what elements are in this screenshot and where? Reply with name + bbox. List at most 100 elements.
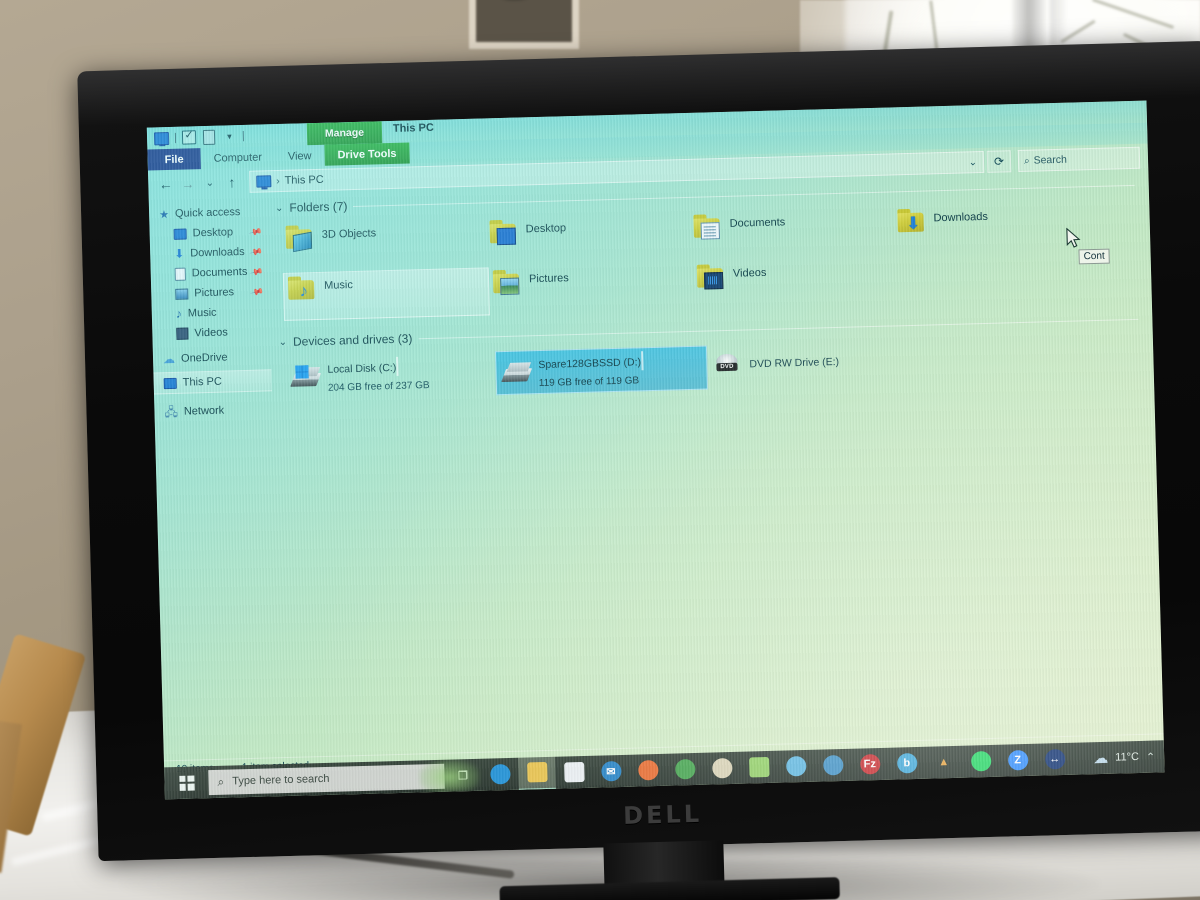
document-icon: [700, 222, 721, 240]
folder-tile-label: Desktop: [525, 222, 567, 236]
back-icon: ←: [158, 175, 174, 193]
address-dropdown-icon[interactable]: ⌄: [968, 157, 977, 168]
monitor-icon: [496, 227, 517, 246]
folder-icon: [696, 264, 726, 290]
up-button[interactable]: ↑: [222, 173, 242, 193]
microsoft-edge-icon[interactable]: [481, 758, 519, 791]
drive-name: Local Disk (C:): [327, 361, 397, 376]
folder-icon: [489, 219, 518, 246]
folder-tile-documents[interactable]: Documents: [689, 206, 894, 258]
tab-view[interactable]: View: [275, 145, 325, 167]
folder-tile-desktop[interactable]: Desktop: [485, 212, 690, 264]
pin-icon: 📌: [249, 284, 265, 299]
group-header-label: Folders (7): [289, 199, 348, 215]
teamviewer-icon[interactable]: ↔: [1036, 743, 1074, 776]
forward-button[interactable]: →: [178, 174, 198, 194]
system-tray: ☁ 11°C ⌃: [1093, 747, 1164, 767]
folder-tile-pictures[interactable]: Pictures: [489, 262, 694, 314]
start-button[interactable]: [164, 766, 209, 799]
refresh-button[interactable]: ⟳: [986, 150, 1012, 173]
folder-tile-videos[interactable]: Videos: [693, 256, 898, 308]
tab-drive-tools[interactable]: Drive Tools: [324, 142, 410, 166]
filezilla-icon-glyph: Fz: [859, 753, 881, 775]
folder-tile-3d-objects[interactable]: 3D Objects: [281, 217, 486, 269]
google-chrome-icon[interactable]: [666, 753, 704, 786]
tool-app-icon-glyph: [822, 754, 844, 776]
folder-tooltip: Cont: [1078, 248, 1110, 265]
back-button[interactable]: ←: [156, 174, 176, 194]
network-icon: 🖧: [164, 404, 179, 420]
recycle-app-icon[interactable]: [777, 750, 815, 783]
sidebar-item-onedrive[interactable]: ☁ OneDrive: [153, 346, 271, 369]
manage-label: Manage: [324, 126, 365, 140]
desktop-wallpaper-peek: [419, 758, 480, 793]
contextual-tab-group-manage: Manage: [306, 121, 383, 146]
vlc-icon-glyph: ▲: [938, 756, 950, 769]
tab-drive-tools-label: Drive Tools: [337, 147, 397, 161]
recycle-app-icon-glyph: [785, 755, 807, 777]
search-input[interactable]: ⌕ Search: [1017, 146, 1141, 173]
sidebar-item-this-pc[interactable]: This PC: [153, 369, 272, 395]
chevron-down-icon[interactable]: ▾: [222, 130, 237, 143]
firefox-icon[interactable]: [629, 754, 667, 787]
windows-start-icon: [178, 775, 195, 791]
sidebar-item-label: This PC: [182, 375, 222, 389]
recent-locations-button[interactable]: ⌄: [200, 173, 220, 193]
breadcrumb-separator: ›: [276, 175, 280, 187]
paint-icon[interactable]: [740, 751, 778, 784]
photos-icon[interactable]: [703, 752, 741, 785]
folder-tile-music[interactable]: ♪ Music: [282, 267, 491, 321]
drive-tile-spare128gbssd-d[interactable]: Spare128GBSSD (D:) 119 GB free of 119 GB: [494, 345, 709, 396]
search-icon: ⌕: [1023, 155, 1030, 167]
properties-icon[interactable]: [182, 130, 197, 145]
cloud-icon: ☁: [1092, 749, 1109, 768]
new-folder-icon[interactable]: [202, 129, 217, 145]
down-arrow-icon: ⬇: [905, 213, 921, 234]
file-explorer-icon[interactable]: [517, 755, 556, 791]
sidebar-item-label: Network: [183, 404, 225, 418]
dell-monitor: DELL | ▾ | Manage Thi: [77, 40, 1200, 900]
folder-tile-label: Pictures: [528, 272, 569, 286]
tab-file[interactable]: File: [147, 148, 201, 171]
pin-icon: 📌: [249, 264, 264, 279]
chevron-down-icon: ⌄: [205, 177, 215, 189]
download-icon: ⬇: [174, 246, 185, 261]
tab-computer[interactable]: Computer: [200, 146, 275, 169]
spotify-icon[interactable]: [962, 745, 1000, 778]
tray-expand-icon[interactable]: ⌃: [1146, 750, 1156, 763]
drive-free-space: 204 GB free of 237 GB: [327, 380, 430, 394]
mail-icon-glyph: ✉: [600, 760, 622, 782]
chevron-down-icon: ⌄: [278, 336, 288, 348]
tool-app-icon[interactable]: [814, 749, 852, 782]
quick-access-toolbar[interactable]: | ▾ |: [147, 129, 245, 145]
google-chrome-icon-glyph: [674, 758, 696, 780]
drive-tile-dvd-rw-e[interactable]: DVD DVD RW Drive (E:): [707, 340, 918, 388]
sidebar-item-videos[interactable]: Videos: [152, 321, 270, 344]
filezilla-icon[interactable]: Fz: [851, 748, 889, 781]
search-placeholder: Search: [1033, 153, 1068, 167]
window-title: This PC: [392, 121, 435, 135]
tab-view-label: View: [287, 149, 312, 163]
drive-tile-local-disk-c[interactable]: Local Disk (C:) 204 GB free of 237 GB: [285, 351, 496, 399]
vlc-icon[interactable]: ▲: [925, 746, 963, 779]
sidebar-item-network[interactable]: 🖧 Network: [154, 399, 272, 422]
zoom-icon[interactable]: Z: [999, 744, 1037, 777]
utorrent-icon[interactable]: b: [888, 747, 926, 780]
mail-icon[interactable]: ✉: [592, 755, 630, 788]
cloud-icon: ☁: [162, 351, 176, 367]
microsoft-store-icon[interactable]: [555, 756, 593, 789]
utorrent-icon-glyph: b: [896, 752, 918, 774]
folders-grid: 3D Objects Desktop Documents ⬇ Downloads…: [267, 193, 1152, 325]
folder-tile-label: 3D Objects: [321, 227, 377, 241]
taskbar-search-input[interactable]: ⌕ Type here to search: [208, 763, 445, 795]
folder-icon: ⬇: [897, 208, 926, 234]
monitor-screen: | ▾ | Manage This PC File Computer Vi: [146, 100, 1165, 800]
spotify-icon-glyph: [970, 750, 992, 772]
file-list-pane: ⌄ Folders (7) 3D Objects Desktop Documen…: [267, 171, 1164, 757]
sidebar-item-label: Videos: [194, 326, 228, 340]
cube-icon: [292, 231, 313, 253]
this-pc-icon: [153, 131, 170, 145]
taskbar-search-placeholder: Type here to search: [232, 772, 330, 788]
sidebar-item-label: Documents: [191, 265, 248, 280]
forward-icon: →: [181, 175, 195, 192]
